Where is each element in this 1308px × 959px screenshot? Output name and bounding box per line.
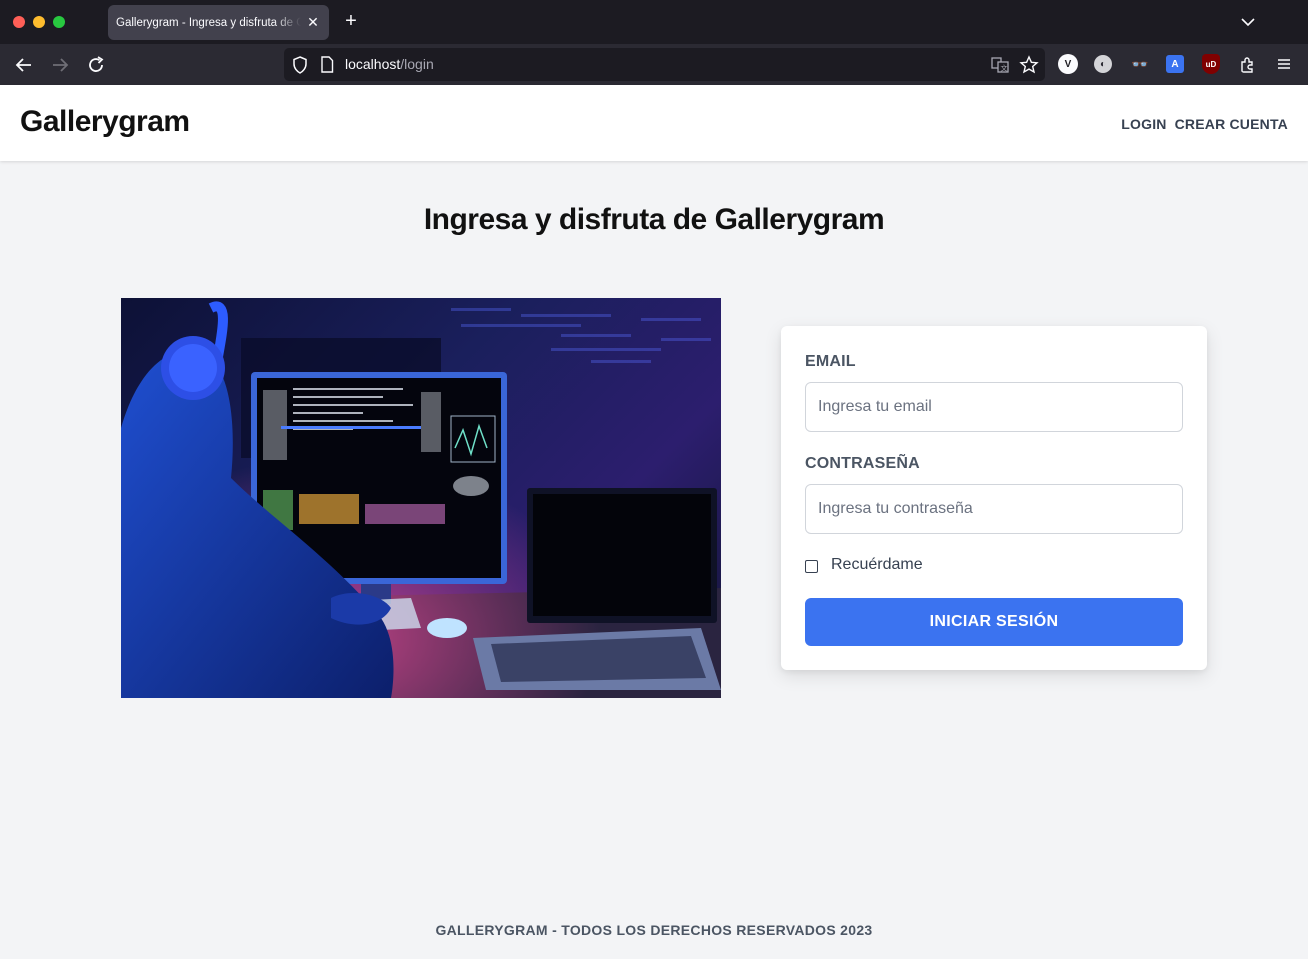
close-icon[interactable]: ✕ <box>305 14 321 30</box>
menu-icon[interactable] <box>1274 54 1294 74</box>
browser-toolbar: localhost/login 文 V ◐ 👓 A uD <box>0 44 1308 85</box>
site-header: Gallerygram LOGIN CREAR CUENTA <box>0 85 1308 161</box>
top-nav: LOGIN CREAR CUENTA <box>1121 116 1288 132</box>
star-icon[interactable] <box>1019 55 1039 75</box>
vpn-extension-icon[interactable]: V <box>1058 54 1078 74</box>
page-title: Ingresa y disfruta de Gallerygram <box>423 203 885 236</box>
page-footer: GALLERYGRAM - TODOS LOS DERECHOS RESERVA… <box>435 922 873 938</box>
new-tab-button[interactable]: + <box>341 11 361 31</box>
translate-extension-icon[interactable]: A <box>1166 55 1184 73</box>
brand-logo[interactable]: Gallerygram <box>20 105 190 139</box>
email-label: EMAIL <box>805 353 856 370</box>
remember-label[interactable]: Recuérdame <box>831 556 923 574</box>
browser-tab[interactable]: Gallerygram - Ingresa y disfruta de Gall… <box>108 5 329 40</box>
page-icon <box>321 56 334 73</box>
minimize-window-button[interactable] <box>33 16 45 28</box>
email-input[interactable] <box>805 382 1183 432</box>
shield-icon[interactable] <box>292 56 308 74</box>
hero-image <box>121 298 721 698</box>
tab-title: Gallerygram - Ingresa y disfruta de Gall… <box>116 16 301 29</box>
developer-illustration <box>121 298 721 698</box>
ublock-extension-icon[interactable]: uD <box>1202 54 1220 74</box>
forward-arrow-icon[interactable] <box>49 54 71 76</box>
reload-icon[interactable] <box>85 54 107 76</box>
maximize-window-button[interactable] <box>53 16 65 28</box>
chevron-down-icon[interactable] <box>1238 12 1258 32</box>
remember-checkbox[interactable] <box>805 560 818 573</box>
login-form: EMAIL CONTRASEÑA Recuérdame INICIAR SESI… <box>781 326 1207 670</box>
nav-create-account-link[interactable]: CREAR CUENTA <box>1175 116 1288 132</box>
close-window-button[interactable] <box>13 16 25 28</box>
browser-titlebar: Gallerygram - Ingresa y disfruta de Gall… <box>0 0 1308 44</box>
nav-login-link[interactable]: LOGIN <box>1121 116 1166 132</box>
back-arrow-icon[interactable] <box>13 54 35 76</box>
url-text: localhost/login <box>345 56 434 72</box>
svg-text:文: 文 <box>1001 64 1008 73</box>
extensions-puzzle-icon[interactable] <box>1238 54 1258 74</box>
privacy-extension-icon[interactable]: ◐ <box>1094 55 1112 73</box>
spy-extension-icon[interactable]: 👓 <box>1130 54 1150 74</box>
address-bar[interactable]: localhost/login 文 <box>284 48 1045 81</box>
translate-icon[interactable]: 文 <box>990 55 1010 75</box>
password-label: CONTRASEÑA <box>805 455 920 472</box>
login-submit-button[interactable]: INICIAR SESIÓN <box>805 598 1183 646</box>
password-input[interactable] <box>805 484 1183 534</box>
